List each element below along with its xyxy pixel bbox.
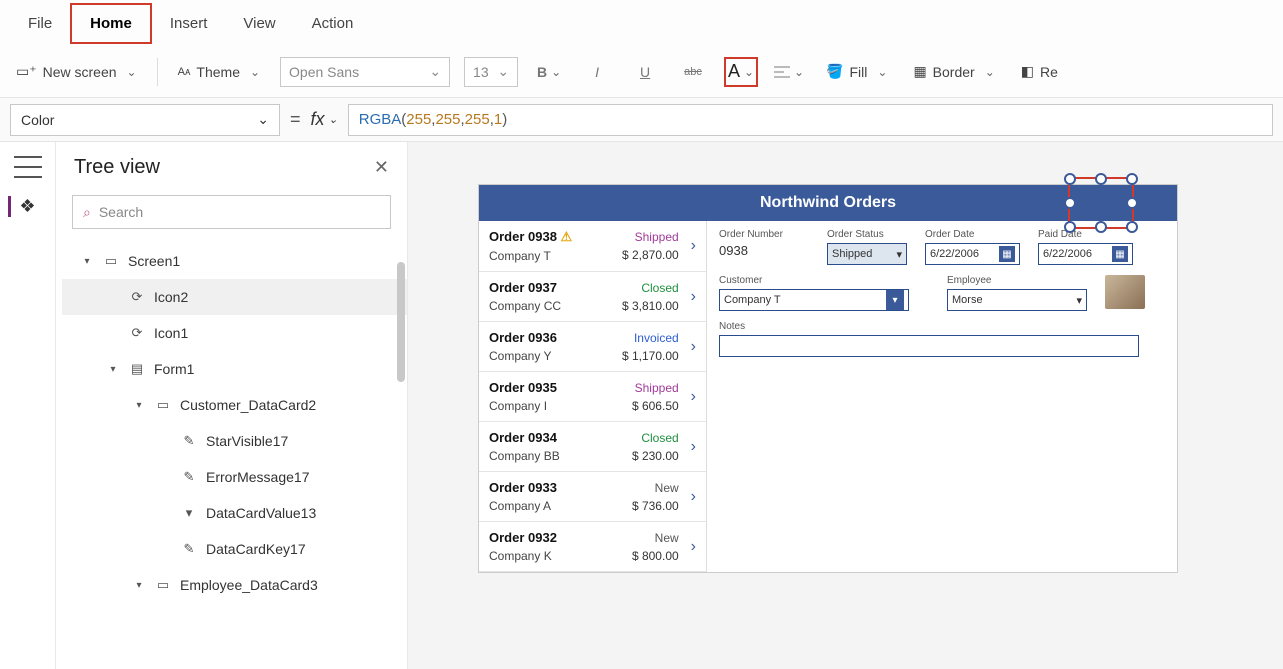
cancel-icon: ✕	[1070, 179, 1132, 227]
chevron-down-icon: ⌄	[497, 63, 509, 80]
notes-label: Notes	[719, 321, 1139, 332]
theme-button[interactable]: Aᴀ Theme	[172, 60, 266, 84]
tree-list: ▾▭Screen1⟳Icon2⟳Icon1▾▤Form1▾▭Customer_D…	[56, 237, 407, 669]
tree-view-title: Tree view	[74, 156, 160, 179]
tab-action[interactable]: Action	[294, 5, 372, 42]
align-icon	[774, 65, 790, 79]
border-button[interactable]: ▦ Border	[907, 59, 1000, 84]
order-row[interactable]: Order 0938 ⚠Company TShipped$ 2,870.00›	[479, 221, 706, 272]
menu-bar: File Home Insert View Action	[0, 0, 1283, 46]
property-select[interactable]: Color ⌄	[10, 104, 280, 136]
canvas: Northwind Orders Order 0938 ⚠Company TSh…	[408, 142, 1283, 669]
divider	[157, 58, 158, 86]
close-icon[interactable]: ✕	[374, 157, 389, 178]
customer-label: Customer	[719, 275, 909, 286]
tree-node[interactable]: ⟳Icon1	[62, 315, 407, 351]
status-select[interactable]: Shipped▾	[827, 243, 907, 265]
tree-view-panel: Tree view ✕ ⌕ Search ▾▭Screen1⟳Icon2⟳Ico…	[56, 142, 408, 669]
theme-icon: Aᴀ	[178, 66, 191, 78]
paint-bucket-icon: 🪣	[826, 63, 843, 80]
tree-node[interactable]: ▾▭Employee_DataCard3	[62, 567, 407, 603]
employee-select[interactable]: Morse▾	[947, 289, 1087, 311]
reorder-label: Re	[1040, 64, 1058, 80]
order-row[interactable]: Order 0937Company CCClosed$ 3,810.00›	[479, 272, 706, 322]
order-row[interactable]: Order 0933Company ANew$ 736.00›	[479, 472, 706, 522]
scrollbar-thumb[interactable]	[397, 262, 405, 382]
customer-select[interactable]: Company T▾	[719, 289, 909, 311]
new-screen-icon: ▭⁺	[16, 63, 37, 80]
fx-button[interactable]: fx⌄	[311, 109, 338, 130]
paiddate-input[interactable]: 6/22/2006▦	[1038, 243, 1133, 265]
order-row[interactable]: Order 0935Company IShipped$ 606.50›	[479, 372, 706, 422]
border-label: Border	[933, 64, 975, 80]
new-screen-button[interactable]: ▭⁺ New screen	[10, 59, 143, 84]
font-name: Open Sans	[289, 64, 359, 80]
ordno-label: Order Number	[719, 229, 809, 240]
property-name: Color	[21, 112, 54, 128]
tree-node[interactable]: ✎DataCardKey17	[62, 531, 407, 567]
reorder-icon: ◧	[1021, 63, 1034, 80]
tree-view-rail-button[interactable]: ❖	[8, 196, 35, 217]
left-rail: ❖	[0, 142, 56, 669]
equals-sign: =	[290, 109, 301, 130]
tree-node[interactable]: ▾▭Screen1	[62, 243, 407, 279]
ribbon: ▭⁺ New screen Aᴀ Theme Open Sans ⌄ 13 ⌄ …	[0, 46, 1283, 98]
font-select[interactable]: Open Sans ⌄	[280, 57, 450, 87]
paiddate-label: Paid Date	[1038, 229, 1133, 240]
border-icon: ▦	[913, 63, 926, 80]
theme-label: Theme	[196, 64, 240, 80]
tree-node[interactable]: ▾▭Customer_DataCard2	[62, 387, 407, 423]
tree-node[interactable]: ▾DataCardValue13	[62, 495, 407, 531]
order-row[interactable]: Order 0936Company YInvoiced$ 1,170.00›	[479, 322, 706, 372]
search-placeholder: Search	[99, 204, 143, 220]
hamburger-icon[interactable]	[14, 156, 42, 178]
main-area: ❖ Tree view ✕ ⌕ Search ▾▭Screen1⟳Icon2⟳I…	[0, 142, 1283, 669]
employee-label: Employee	[947, 275, 1087, 286]
formula-bar: Color ⌄ = fx⌄ RGBA(255, 255, 255, 1)	[0, 98, 1283, 142]
employee-avatar	[1105, 275, 1145, 309]
order-row[interactable]: Order 0932Company KNew$ 800.00›	[479, 522, 706, 572]
order-detail-form: Order Number 0938 Order Status Shipped▾ Or…	[707, 221, 1177, 572]
tree-search-input[interactable]: ⌕ Search	[72, 195, 391, 229]
bold-button[interactable]: B	[532, 57, 566, 87]
order-list[interactable]: Order 0938 ⚠Company TShipped$ 2,870.00›O…	[479, 221, 707, 572]
italic-button[interactable]: I	[580, 57, 614, 87]
order-row[interactable]: Order 0934Company BBClosed$ 230.00›	[479, 422, 706, 472]
font-size-select[interactable]: 13 ⌄	[464, 57, 518, 87]
tab-home[interactable]: Home	[70, 3, 152, 44]
tab-view[interactable]: View	[225, 5, 293, 42]
tree-node[interactable]: ⟳Icon2	[62, 279, 407, 315]
underline-button[interactable]: U	[628, 57, 662, 87]
tab-insert[interactable]: Insert	[152, 5, 226, 42]
tree-node[interactable]: ▾▤Form1	[62, 351, 407, 387]
fill-button[interactable]: 🪣 Fill	[820, 59, 893, 84]
chevron-down-icon: ⌄	[429, 63, 441, 80]
tree-node[interactable]: ✎StarVisible17	[62, 423, 407, 459]
fill-label: Fill	[849, 64, 867, 80]
strikethrough-button[interactable]: abc	[676, 57, 710, 87]
notes-input[interactable]	[719, 335, 1139, 357]
orderdate-label: Order Date	[925, 229, 1020, 240]
tree-node[interactable]: ✎ErrorMessage17	[62, 459, 407, 495]
chevron-down-icon: ⌄	[257, 111, 269, 128]
tab-file[interactable]: File	[10, 5, 70, 42]
align-button[interactable]	[772, 57, 806, 87]
status-label: Order Status	[827, 229, 907, 240]
font-size-value: 13	[473, 64, 489, 80]
selection-handles[interactable]: ✕	[1068, 177, 1134, 229]
new-screen-label: New screen	[43, 64, 117, 80]
formula-input[interactable]: RGBA(255, 255, 255, 1)	[348, 104, 1273, 136]
ordno-value: 0938	[719, 243, 809, 258]
search-icon: ⌕	[83, 204, 91, 221]
reorder-button[interactable]: ◧ Re	[1015, 59, 1064, 84]
formula-fn: RGBA	[359, 111, 402, 128]
font-color-button[interactable]: A	[724, 57, 758, 87]
orderdate-input[interactable]: 6/22/2006▦	[925, 243, 1020, 265]
preview-app: Northwind Orders Order 0938 ⚠Company TSh…	[478, 184, 1178, 573]
